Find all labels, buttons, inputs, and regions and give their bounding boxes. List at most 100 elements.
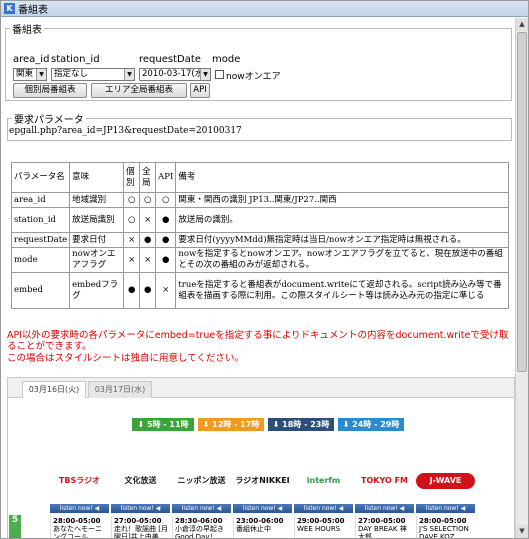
time-button-label: 24時 - 29時 [352,420,400,429]
scroll-up-arrow-icon[interactable]: ▲ [516,18,528,31]
station-logo-qr[interactable]: 文化放送 [111,468,170,494]
app-window: K 番組表 ▲ ▼ 番組表 area_id station_id request… [0,0,529,539]
chevron-down-icon: ▼ [36,69,46,80]
param-api: ● [155,207,177,233]
station-logo-interfm[interactable]: interfm [294,468,353,494]
program-time: 28:00-05:00 [53,517,101,525]
program-title: 小倉淳の早起きGood Day！ [175,525,224,539]
time-button-18-23[interactable]: ⬇ 18時 - 23時 [268,418,334,431]
program-cell[interactable]: 28:00-05:00 あなたへモーニングコール [50,516,109,539]
program-cell[interactable]: 29:00-05:00 WEE HOURS [294,516,353,538]
program-title: WEE HOURS [297,525,341,533]
time-button-5-11[interactable]: ⬇ 5時 - 11時 [132,418,194,431]
param-individual: ● [123,272,141,309]
request-url: epgall.php?area_id=JP13&requestDate=2010… [9,126,242,136]
program-cell[interactable]: 27:00-05:00 走れ！歌謡曲 [月曜日]井上由美 [111,516,170,539]
scroll-down-arrow-icon[interactable]: ▼ [516,525,528,538]
program-title: あなたへモーニングコール [53,525,102,539]
style-note: この場合はスタイルシートは独自に用意してください。 [7,353,244,364]
program-cell[interactable]: 23:00-06:00 番組休止中 [233,516,292,538]
mode-checkbox[interactable] [215,70,224,79]
program-time: 27:00-05:00 [114,517,162,525]
listen-now-button[interactable]: listen now! ◀ [233,504,292,513]
program-title: DAY BREAK 神太郎 [358,525,407,539]
program-time: 29:00-05:00 [297,517,345,525]
listen-now-button[interactable]: listen now! ◀ [355,504,414,513]
window-title: 番組表 [18,5,48,16]
area-select-value: 関東 [16,69,34,79]
api-button[interactable]: API [190,83,210,98]
station-logo-nikkei[interactable]: ラジオNIKKEI [233,468,292,494]
station-select-value: 指定なし [54,69,89,79]
program-cell[interactable]: 28:30-06:00 小倉淳の早起きGood Day！ [172,516,231,539]
table-row: station_id 放送局識別 ○ × ● 放送局の識別。 [10,207,509,233]
chevron-down-icon: ▼ [200,69,210,80]
arrow-down-icon: ⬇ [202,420,213,429]
program-time: 23:00-06:00 [236,517,284,525]
param-note: 放送局の識別。 [175,207,509,233]
header-cell: 全局 [139,162,157,193]
date-select[interactable]: 2010-03-17(水) ▼ [139,68,211,81]
request-date-label: requestDate [139,54,201,65]
program-cell[interactable]: 27:00-05:00 DAY BREAK 神太郎 [355,516,414,539]
header-cell: API [155,162,177,193]
param-note: 関東・関西の識別 JP13..関東/JP27..関西 [175,192,509,208]
station-logo-tokyofm[interactable]: TOKYO FM [355,468,414,494]
header-cell: 個別 [123,162,141,193]
listen-now-button[interactable]: listen now! ◀ [172,504,231,513]
title-bar: K 番組表 [1,1,528,17]
station-logo-jwave[interactable]: J-WAVE [416,473,475,489]
program-time: 27:00-05:00 [358,517,406,525]
param-individual: × [123,232,141,248]
hour-label: 5 [9,515,21,538]
param-name: station_id [10,207,71,233]
program-cell[interactable]: 28:00-05:00 J'S SELECTION DAVE KOZ [416,516,475,538]
param-all: ○ [139,192,157,208]
table-row: requestDate 要求日付 × ● ● 要求日付(yyyyMMdd)無指定… [10,232,509,248]
table-row: area_id 地域識別 ○ ○ ○ 関東・関西の識別 JP13..関東/JP2… [10,192,509,208]
param-individual: × [123,247,141,273]
area-id-label: area_id [13,54,50,65]
param-meaning: 要求日付 [69,232,125,248]
station-select[interactable]: 指定なし ▼ [51,68,135,81]
param-meaning: 地域識別 [69,192,125,208]
table-row: mode nowオンエアフラグ × × ● nowを指定するとnowオンエア。n… [10,247,509,273]
time-button-label: 12時 - 17時 [212,420,260,429]
tv-guide-widget: 03月16日(火) 03月17日(水) ⬇ 5時 - 11時 ⬇ 12時 - 1… [7,377,515,539]
table-row: embed embedフラグ ● ● × trueを指定すると番組表がdocum… [10,272,509,309]
program-title: 走れ！歌謡曲 [月曜日]井上由美 [114,525,168,539]
params-header-row: パラメータ名 意味 個別 全局 API 備考 [10,162,509,193]
area-list-button[interactable]: エリア全局番組表 [91,83,187,98]
listen-now-button[interactable]: listen now! ◀ [111,504,170,513]
param-note: 要求日付(yyyyMMdd)無指定時は当日/nowオンエア指定時は無視される。 [175,232,509,248]
arrow-down-icon: ⬇ [342,420,353,429]
param-name: area_id [10,192,71,208]
listen-now-button[interactable]: listen now! ◀ [416,504,475,513]
station-logo-lf[interactable]: ニッポン放送 [172,468,231,494]
area-select[interactable]: 関東 ▼ [13,68,47,81]
scroll-thumb[interactable] [517,32,527,372]
param-name: embed [10,272,71,309]
param-note: trueを指定すると番組表がdocument.writeにて返却される。scri… [175,272,509,309]
param-name: mode [10,247,71,273]
listen-now-button[interactable]: listen now! ◀ [294,504,353,513]
program-time: 28:00-05:00 [419,517,467,525]
station-list-button[interactable]: 個別局番組表 [13,83,87,98]
station-id-label: station_id [51,54,100,65]
station-logo-tbs[interactable]: TBSラジオ [50,468,109,494]
param-individual: ○ [123,207,141,233]
param-all: ● [139,272,157,309]
vertical-scrollbar[interactable]: ▲ ▼ [515,18,528,538]
tab-date-0316[interactable]: 03月16日(火) [22,381,86,398]
param-meaning: embedフラグ [69,272,125,309]
listen-now-button[interactable]: listen now! ◀ [50,504,109,513]
date-tabbar: 03月16日(火) 03月17日(水) [8,378,514,398]
params-table: パラメータ名 意味 個別 全局 API 備考 area_id 地域識別 ○ ○ … [10,162,509,309]
time-button-24-29[interactable]: ⬇ 24時 - 29時 [338,418,404,431]
tab-date-0317[interactable]: 03月17日(水) [88,381,152,398]
request-legend: 要求パラメータ [14,115,84,126]
param-api: ○ [155,192,177,208]
time-button-12-17[interactable]: ⬇ 12時 - 17時 [198,418,264,431]
embed-note: API以外の要求時の各パラメータにembed=trueを指定する事によりドキュメ… [7,330,509,352]
param-all: × [139,207,157,233]
